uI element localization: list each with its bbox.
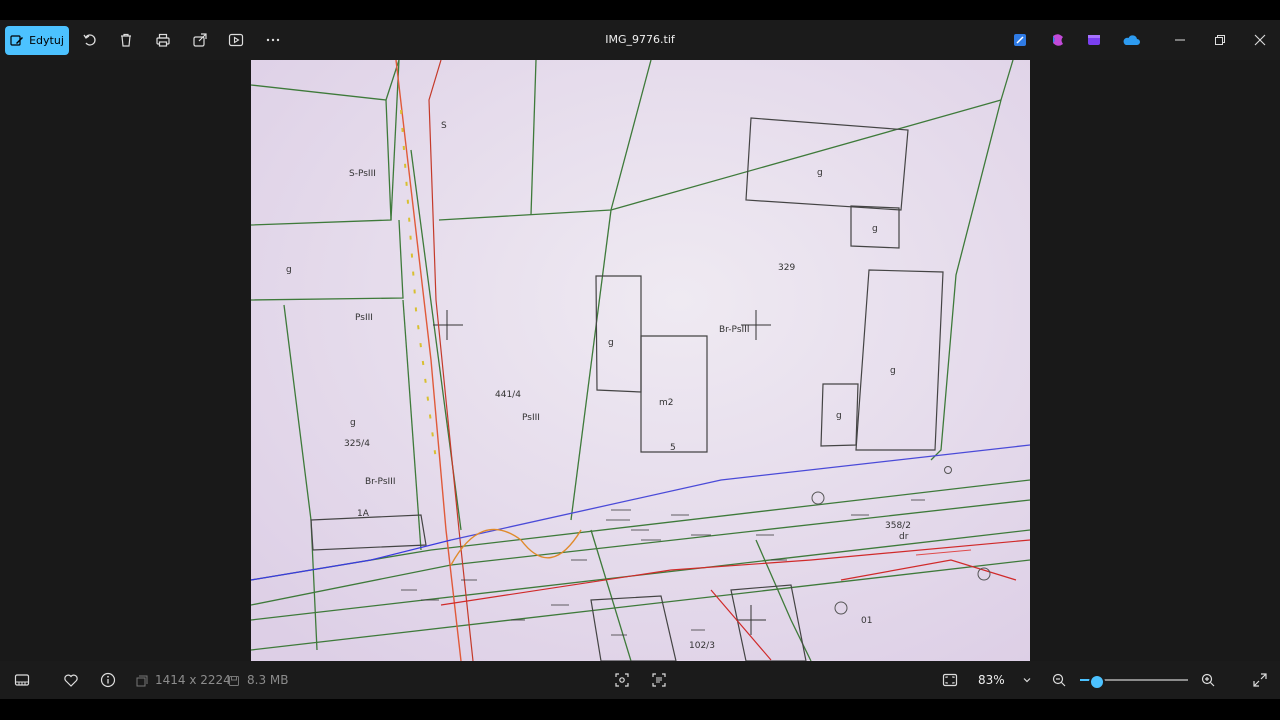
- fit-to-window-icon: [942, 673, 958, 687]
- restore-button[interactable]: [1210, 30, 1230, 50]
- map-label-psiii: PsIII: [522, 413, 540, 423]
- map-photo[interactable]: S S-PsIII g PsIII g 325/4 Br-PsIII 1A 44…: [251, 60, 1030, 661]
- map-label-g: g: [817, 168, 823, 178]
- copilot-button[interactable]: [1048, 30, 1068, 50]
- text-scan-icon: [652, 673, 666, 687]
- map-label-parcel-329: 329: [778, 263, 795, 273]
- zoom-slider[interactable]: [1080, 674, 1188, 690]
- map-label-g: g: [872, 224, 878, 234]
- file-info-button[interactable]: [98, 670, 118, 690]
- map-label-s: S: [441, 121, 447, 131]
- text-scan-button[interactable]: [649, 670, 669, 690]
- designer-app-button[interactable]: [1010, 30, 1030, 50]
- map-label-parcel-441-4: 441/4: [495, 390, 521, 400]
- map-label-parcel-358-2: 358/2: [885, 521, 911, 531]
- favorite-button[interactable]: [61, 670, 81, 690]
- image-viewer-canvas[interactable]: S S-PsIII g PsIII g 325/4 Br-PsIII 1A 44…: [0, 60, 1280, 661]
- zoom-level-dropdown[interactable]: 83%: [968, 668, 1038, 692]
- zoom-in-icon: [1201, 673, 1215, 687]
- onedrive-cloud-icon: [1123, 35, 1140, 45]
- map-label-parcel-325-4: 325/4: [344, 439, 370, 449]
- map-label-g: g: [890, 366, 896, 376]
- info-icon: [100, 672, 116, 688]
- top-toolbar: Edytuj IMG_9776.tif: [0, 20, 1280, 60]
- fit-to-window-button[interactable]: [940, 670, 960, 690]
- heart-icon: [64, 674, 78, 687]
- minimize-button[interactable]: [1170, 30, 1190, 50]
- file-size: 8.3 MB: [247, 673, 289, 687]
- designer-icon: [1014, 34, 1026, 46]
- zoom-level-value: 83%: [978, 673, 1005, 687]
- map-label-br-psiii: Br-PsIII: [365, 477, 395, 487]
- image-dimensions: 1414 x 2224: [155, 673, 231, 687]
- visual-search-icon: [615, 673, 629, 687]
- image-dimensions-icon: [136, 675, 148, 687]
- minimize-icon: [1175, 39, 1185, 41]
- map-label-dr: dr: [899, 532, 909, 542]
- zoom-slider-thumb[interactable]: [1089, 674, 1106, 690]
- zoom-out-button[interactable]: [1049, 670, 1069, 690]
- map-label-m2: m2: [659, 398, 674, 408]
- map-label-g: g: [608, 338, 614, 348]
- map-label-parcel-1a: 1A: [357, 509, 370, 519]
- map-label-g: g: [836, 411, 842, 421]
- map-label-br-psiii: Br-PsIII: [719, 325, 749, 335]
- filmstrip-button[interactable]: [12, 670, 32, 690]
- close-icon: [1254, 34, 1266, 46]
- zoom-out-icon: [1052, 673, 1066, 687]
- map-label-g: g: [350, 418, 356, 428]
- cadastral-map-drawing: S S-PsIII g PsIII g 325/4 Br-PsIII 1A 44…: [251, 60, 1030, 661]
- copilot-icon: [1053, 34, 1063, 46]
- expand-icon: [1253, 673, 1267, 687]
- map-label-parcel-01: 01: [861, 616, 872, 626]
- clipchamp-icon: [1088, 35, 1100, 45]
- clipchamp-button[interactable]: [1084, 30, 1104, 50]
- file-size-icon: [229, 676, 239, 686]
- zoom-in-button[interactable]: [1198, 670, 1218, 690]
- onedrive-button[interactable]: [1121, 30, 1141, 50]
- chevron-down-icon: [1023, 678, 1031, 683]
- restore-icon: [1215, 35, 1225, 45]
- map-label-5: 5: [670, 443, 676, 453]
- map-label-g: g: [286, 265, 292, 275]
- full-screen-button[interactable]: [1250, 670, 1270, 690]
- map-label-psiii: PsIII: [355, 313, 373, 323]
- map-label-parcel-102-3: 102/3: [689, 641, 715, 651]
- bottom-status-bar: 1414 x 2224 8.3 MB 83%: [0, 661, 1280, 699]
- visual-search-button[interactable]: [612, 670, 632, 690]
- close-button[interactable]: [1250, 30, 1270, 50]
- map-label-s-psiii: S-PsIII: [349, 169, 376, 179]
- filmstrip-icon: [14, 674, 30, 686]
